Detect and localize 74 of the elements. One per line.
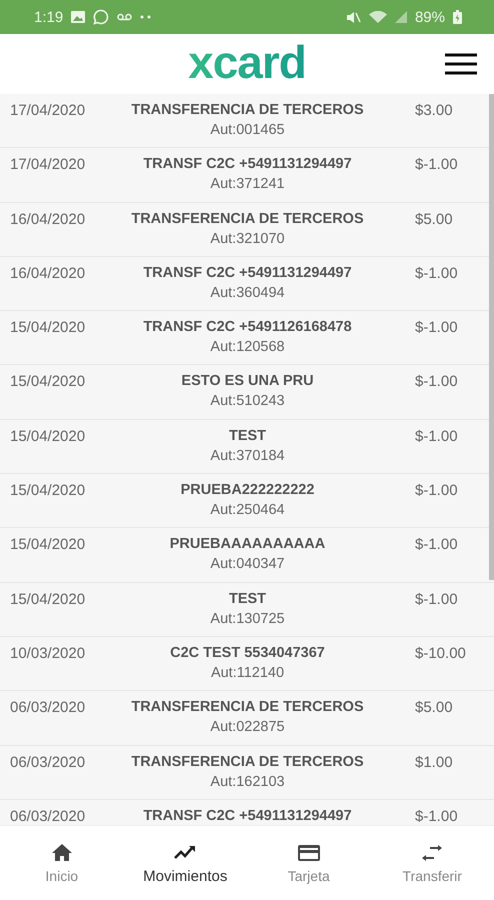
movement-description: TEST bbox=[228, 590, 266, 607]
swap-arrows-icon bbox=[421, 842, 444, 864]
date-text: 06/03/2020 bbox=[9, 806, 86, 825]
chat-bubble-icon bbox=[93, 9, 110, 25]
voicemail-icon bbox=[117, 13, 132, 21]
date-text: 17/04/2020 bbox=[9, 101, 86, 119]
amount-text: $-1.00 bbox=[414, 426, 459, 445]
authorization-code: Aut:130725 bbox=[210, 610, 285, 627]
amount-text: $1.00 bbox=[414, 752, 454, 771]
image-icon bbox=[71, 11, 86, 23]
dots-icon bbox=[140, 15, 152, 19]
date-text: 17/04/2020 bbox=[9, 155, 86, 174]
authorization-code: Aut:162103 bbox=[210, 774, 285, 790]
movement-description: TRANSFERENCIA DE TERCEROS bbox=[131, 210, 364, 227]
nav-tab[interactable]: Movimientos bbox=[124, 826, 247, 900]
nav-tab[interactable]: Tarjeta bbox=[247, 826, 370, 900]
movement-description: TRANSFERENCIA DE TERCEROS bbox=[131, 699, 364, 716]
amount-text: $3.00 bbox=[414, 101, 454, 119]
amount-text: $5.00 bbox=[414, 210, 454, 228]
authorization-code: Aut:360494 bbox=[210, 284, 285, 301]
amount-text: $-1.00 bbox=[414, 155, 459, 174]
battery-level: 89% bbox=[414, 8, 445, 26]
movement-description: PRUEBA222222222 bbox=[180, 482, 314, 498]
date-text: 06/03/2020 bbox=[9, 698, 86, 716]
home-icon bbox=[50, 842, 73, 864]
date-text: 15/04/2020 bbox=[9, 372, 86, 390]
date-text: 15/04/2020 bbox=[9, 481, 86, 500]
nav-tab[interactable]: Inicio bbox=[0, 826, 124, 900]
authorization-code: Aut:001465 bbox=[210, 122, 285, 138]
date-text: 15/04/2020 bbox=[9, 318, 86, 336]
authorization-code: Aut:250464 bbox=[210, 502, 285, 518]
date-text: 15/04/2020 bbox=[9, 535, 86, 554]
movement-description: TRANSF C2C +5491131294497 bbox=[143, 156, 352, 172]
amount-text: $-1.00 bbox=[414, 318, 459, 336]
movement-description: C2C TEST 5534047367 bbox=[170, 644, 325, 661]
signal-icon bbox=[394, 11, 407, 23]
scrollbar[interactable] bbox=[489, 94, 494, 580]
amount-text: $-1.00 bbox=[414, 264, 459, 282]
date-text: 15/04/2020 bbox=[9, 426, 86, 445]
credit-card-icon bbox=[298, 842, 320, 864]
movement-description: TRANSFERENCIA DE TERCEROS bbox=[131, 102, 364, 118]
clock: 1:19 bbox=[34, 8, 64, 26]
authorization-code: Aut:321070 bbox=[210, 230, 285, 247]
authorization-code: Aut:022875 bbox=[210, 719, 285, 736]
date-text: 06/03/2020 bbox=[9, 752, 86, 771]
movement-description: TRANSF C2C +5491131294497 bbox=[143, 808, 352, 824]
date-text: 16/04/2020 bbox=[9, 264, 86, 282]
wifi-icon bbox=[368, 10, 387, 24]
amount-text: $5.00 bbox=[414, 698, 454, 716]
menu-button[interactable] bbox=[444, 52, 478, 76]
date-text: 10/03/2020 bbox=[9, 644, 86, 662]
authorization-code: Aut:112140 bbox=[210, 664, 284, 681]
movement-description: TRANSF C2C +5491131294497 bbox=[143, 264, 352, 281]
authorization-code: Aut:510243 bbox=[210, 393, 285, 410]
amount-text: $-1.00 bbox=[414, 372, 459, 390]
amount-text: $-1.00 bbox=[414, 590, 459, 608]
date-text: 15/04/2020 bbox=[9, 590, 86, 608]
movement-description: PRUEBAAAAAAAAAA bbox=[170, 536, 326, 552]
movement-description: TRANSFERENCIA DE TERCEROS bbox=[131, 754, 364, 770]
movement-description: TRANSF C2C +5491126168478 bbox=[143, 319, 352, 336]
movement-description: TEST bbox=[228, 428, 266, 444]
authorization-code: Aut:370184 bbox=[210, 448, 285, 464]
battery-icon bbox=[453, 10, 462, 24]
amount-text: $-1.00 bbox=[414, 806, 459, 825]
authorization-code: Aut:040347 bbox=[210, 556, 285, 572]
movement-description: ESTO ES UNA PRU bbox=[181, 373, 314, 390]
mute-icon bbox=[346, 10, 361, 24]
amount-text: $-1.00 bbox=[414, 481, 459, 500]
nav-tab[interactable]: Transferir bbox=[370, 826, 494, 900]
date-text: 16/04/2020 bbox=[9, 210, 86, 228]
amount-text: $-10.00 bbox=[414, 644, 467, 662]
authorization-code: Aut:371241 bbox=[210, 176, 285, 192]
authorization-code: Aut:120568 bbox=[210, 339, 285, 356]
amount-text: $-1.00 bbox=[414, 535, 459, 554]
